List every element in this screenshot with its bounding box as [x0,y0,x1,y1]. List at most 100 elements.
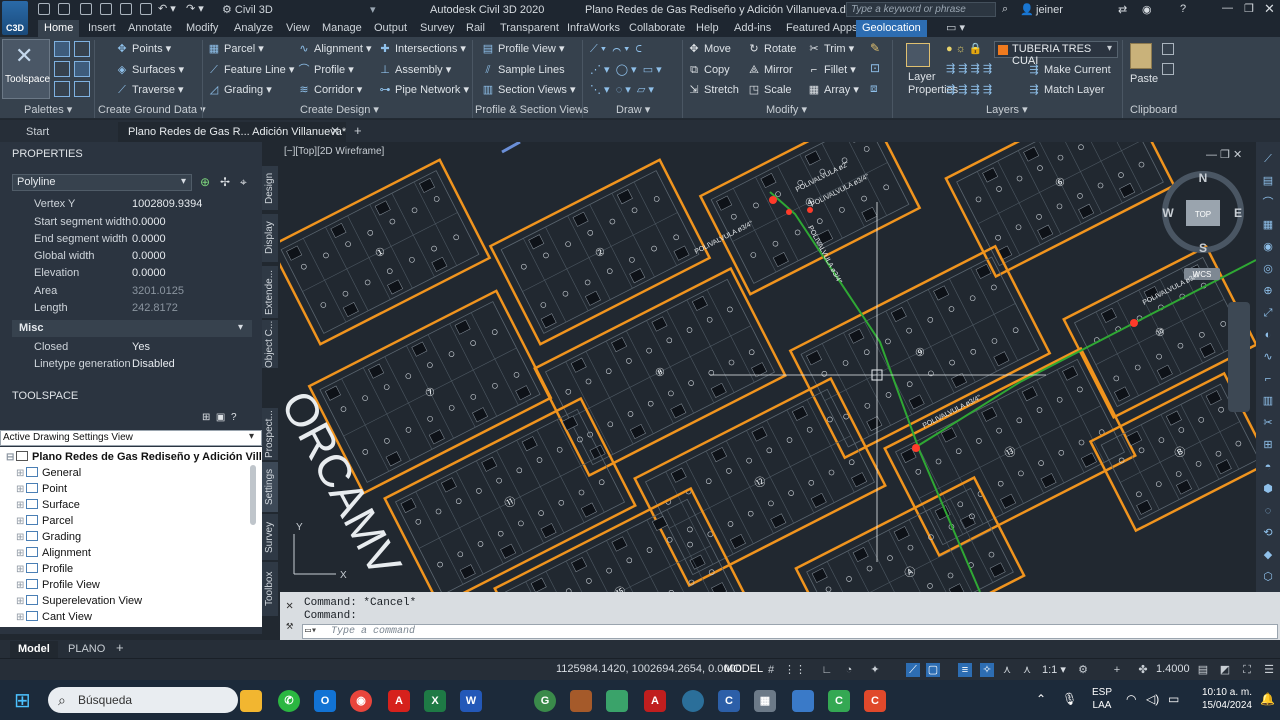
misc-section-header[interactable]: Misc ▾ [12,320,252,337]
taskbar-search[interactable]: ⌕ Búsqueda [48,687,238,713]
tree-item-cant-view[interactable]: ⊞ Cant View [16,609,92,621]
profile-view-button[interactable]: ▤ Profile View ▾ [482,40,565,58]
toolbar-icon[interactable]: ⬡ [1261,570,1275,584]
tab-infraworks[interactable]: InfraWorks [561,20,626,37]
toolbar-icon[interactable]: ⟲ [1261,526,1275,540]
app-icon[interactable] [792,690,814,712]
word-icon[interactable]: W [460,690,482,712]
stretch-button[interactable]: ⇲ Stretch [688,81,738,99]
tree-item-superelevation-view[interactable]: ⊞ Superelevation View [16,593,142,609]
app-icon[interactable]: C [828,690,850,712]
explode-icon[interactable]: ⊡ [870,61,880,75]
open-file-icon[interactable] [58,3,70,15]
redo-icon[interactable]: ↷ ▾ [186,2,204,15]
command-prompt-icon[interactable]: ▭▾ [305,625,317,638]
tab-drawing[interactable]: Plano Redes de Gas R... Adición Villanue… [118,122,346,142]
toolbar-icon[interactable]: ⊞ [1261,438,1275,452]
navigation-bar[interactable] [1228,302,1250,412]
match-layer-button[interactable]: ⇶ Match Layer [1028,81,1104,99]
tab-rail[interactable]: Rail [460,20,491,37]
properties-palette-icon[interactable] [54,41,70,57]
viewport-controls-label[interactable]: [−][Top][2D Wireframe] [284,146,384,157]
wifi-icon[interactable]: ◠ [1126,692,1136,706]
tab-home[interactable]: Home [38,20,80,37]
rotate-button[interactable]: ↻ Rotate [748,40,796,58]
design-center-icon[interactable] [54,81,70,97]
mirror-button[interactable]: ⟁ Mirror [748,61,793,79]
toolbar-icon[interactable]: ◌ [1261,504,1275,518]
cut-icon[interactable] [1162,43,1174,55]
isodraft-icon[interactable]: ✦ [868,663,882,677]
tab-insert[interactable]: Insert [82,20,122,37]
tab-overflow-icon[interactable]: ▭ ▾ [940,20,971,37]
tool-palette-icon[interactable] [54,61,70,77]
property-row[interactable]: Closed Yes [12,339,252,356]
scale-button[interactable]: ◳ Scale [748,81,792,99]
command-customize-icon[interactable]: ⚒ [286,618,293,633]
array-button[interactable]: ▦ Array ▾ [808,81,859,99]
tab-geolocation[interactable]: Geolocation [856,20,927,37]
layer-tools-row1[interactable]: ⇶ ⇶ ⇶ ⇶ [946,62,992,75]
viewport-window-controls[interactable]: — ❐ ✕ [1206,148,1242,161]
help-search-input[interactable]: Type a keyword or phrase [846,2,996,17]
whatsapp-icon[interactable]: ✆ [278,690,300,712]
new-file-icon[interactable] [38,3,50,15]
tab-annotate[interactable]: Annotate [122,20,178,37]
make-current-button[interactable]: ⇶ Make Current [1028,61,1110,79]
tab-survey[interactable]: Survey [414,20,460,37]
property-row[interactable]: Linetype generation Disabled [12,356,252,373]
toolspace-tools-icons[interactable]: ⊞ ▣ ? [202,412,237,423]
excel-icon[interactable]: X [424,690,446,712]
erase-icon[interactable]: ✎ [870,41,880,55]
corridor-button[interactable]: ≋ Corridor ▾ [298,81,362,99]
tab-help[interactable]: Help [690,20,725,37]
snap-icon[interactable]: ⋮⋮ [784,663,806,677]
tree-item-parcel[interactable]: ⊞ Parcel [16,513,73,529]
battery-icon[interactable]: ▭ [1168,692,1179,706]
selection-cycling-icon[interactable]: ✧ [980,663,994,677]
tab-start[interactable]: Start [16,122,59,142]
microphone-icon[interactable]: 🎙 [1062,692,1077,706]
layer-tools-row2[interactable]: ⇶ ⇶ ⇶ ⇶ [946,83,992,96]
windows-start-icon[interactable]: ⊞ [14,690,36,712]
app-icon[interactable] [682,690,704,712]
select-objects-icon[interactable]: ✢ [220,175,230,189]
parcel-button[interactable]: ▦ Parcel ▾ [208,40,264,58]
user-icon[interactable]: 👤 [1020,3,1034,16]
toolbar-icon[interactable]: ◓ [1261,460,1275,474]
toolbar-icon[interactable]: ▤ [1261,174,1275,188]
panel-title-ground-data[interactable]: Create Ground Data ▾ [98,103,206,118]
panel-title-create-design[interactable]: Create Design ▾ [300,103,379,118]
ortho-icon[interactable]: ∟ [820,663,834,677]
tab-plano[interactable]: PLANO [62,641,111,658]
calculator-icon[interactable]: ▦ [754,690,776,712]
tree-root[interactable]: ⊟ Plano Redes de Gas Rediseño y Adición V… [6,449,277,465]
minimize-icon[interactable]: — [1222,2,1233,14]
workspace-selector[interactable]: ⚙ Civil 3D [222,3,273,16]
intersections-button[interactable]: ✚ Intersections ▾ [379,40,466,58]
coordinates-readout[interactable]: 1125984.1420, 1002694.2654, 0.0000 [556,663,742,675]
alignment-button[interactable]: ∿ Alignment ▾ [298,40,371,58]
auto-scale-icon[interactable]: ⋏ [1020,663,1034,677]
layer-dropdown[interactable]: TUBERIA TRES CUAI ▾ [994,41,1118,67]
surfaces-button[interactable]: ◈ Surfaces ▾ [116,61,184,79]
annotation-scale[interactable]: 1:1 ▾ [1042,663,1066,676]
maximize-icon[interactable]: ❐ [1244,2,1254,15]
show-hidden-icons[interactable]: ⌃ [1036,692,1046,706]
acrobat-icon[interactable]: A [388,690,410,712]
isolate-objects-icon[interactable]: ◩ [1218,663,1232,677]
civil3d-logo[interactable]: C3D [2,1,28,35]
toolbar-icon[interactable]: ▦ [1261,218,1275,232]
layer-properties-button[interactable]: Layer Properties [898,41,958,101]
lineweight-icon[interactable]: ≡ [958,663,972,677]
add-layout-icon[interactable]: + [116,640,124,655]
valve-marker[interactable] [912,444,920,452]
tree-item-grading[interactable]: ⊞ Grading [16,529,81,545]
traverse-button[interactable]: ⟋ Traverse ▾ [116,81,183,99]
fillet-button[interactable]: ⌐ Fillet ▾ [808,61,856,79]
section-views-button[interactable]: ▥ Section Views ▾ [482,81,576,99]
plot-icon[interactable] [140,3,152,15]
sheet-set-icon[interactable] [74,81,90,97]
help-icon[interactable]: ? [1180,3,1186,15]
app-icon[interactable] [606,690,628,712]
